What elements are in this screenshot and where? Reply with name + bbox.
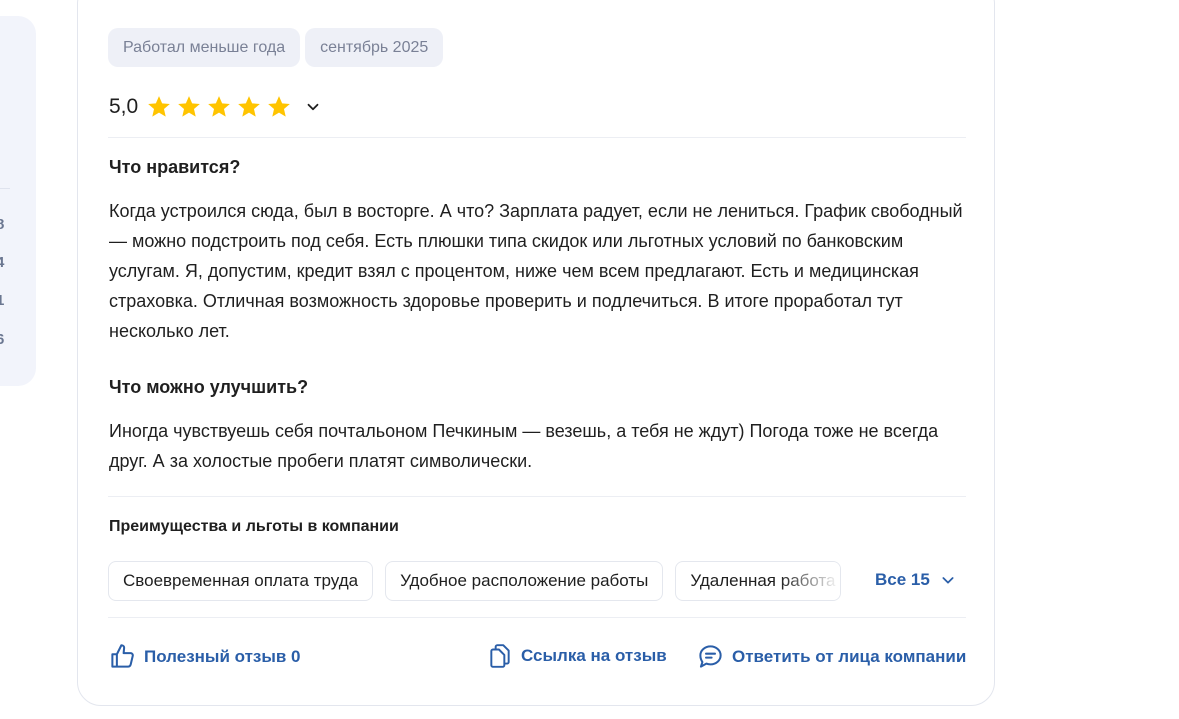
tag-tenure: Работал меньше года <box>108 28 301 67</box>
show-all-benefits-button[interactable]: Все 15 <box>875 570 956 590</box>
divider <box>108 496 966 497</box>
chevron-down-icon <box>942 577 954 584</box>
reply-label: Ответить от лица компании <box>732 646 967 666</box>
star-icon <box>268 96 291 117</box>
side-panel <box>0 16 36 386</box>
star-icon <box>178 96 201 117</box>
review-tags: Работал меньше года сентябрь 2025 <box>108 28 444 67</box>
tag-date: сентябрь 2025 <box>305 28 444 67</box>
copy-icon <box>490 644 510 668</box>
thumbs-up-icon <box>111 644 134 668</box>
improve-text: Иногда чувствуешь себя почтальоном Печки… <box>109 421 939 471</box>
improve-heading: Что можно улучшить? <box>109 377 309 397</box>
show-all-label: Все 15 <box>875 570 930 589</box>
star-icon <box>148 96 171 117</box>
side-number: 4 <box>0 254 5 271</box>
review-link-label: Ссылка на отзыв <box>521 646 667 665</box>
chat-bubble-icon <box>699 645 722 668</box>
side-number: 6 <box>0 331 5 348</box>
star-icon <box>208 96 231 117</box>
benefits-chips: Своевременная оплата труда Удобное распо… <box>108 561 842 601</box>
reply-as-company-button[interactable]: Ответить от лица компании <box>697 643 966 670</box>
benefit-chip: Своевременная оплата труда <box>108 561 374 601</box>
divider <box>108 617 966 618</box>
review-link-button[interactable]: Ссылка на отзыв <box>487 643 667 669</box>
likes-heading: Что нравится? <box>109 157 241 177</box>
divider <box>108 137 966 138</box>
side-divider <box>0 188 10 189</box>
benefit-chip: Удаленная работа <box>675 561 842 601</box>
benefit-chip: Удобное расположение работы <box>385 561 664 601</box>
side-number: 8 <box>0 216 5 233</box>
helpful-button[interactable]: Полезный отзыв 0 <box>109 643 301 670</box>
benefits-title: Преимущества и льготы в компании <box>109 518 399 535</box>
rating-row[interactable]: 5,0 <box>109 94 322 120</box>
likes-text: Когда устроился сюда, был в восторге. А … <box>109 201 963 341</box>
side-number: 1 <box>0 292 5 309</box>
rating-value: 5,0 <box>109 95 139 118</box>
chevron-down-icon[interactable] <box>304 98 322 116</box>
star-icon <box>238 96 261 117</box>
helpful-label: Полезный отзыв 0 <box>144 646 301 666</box>
